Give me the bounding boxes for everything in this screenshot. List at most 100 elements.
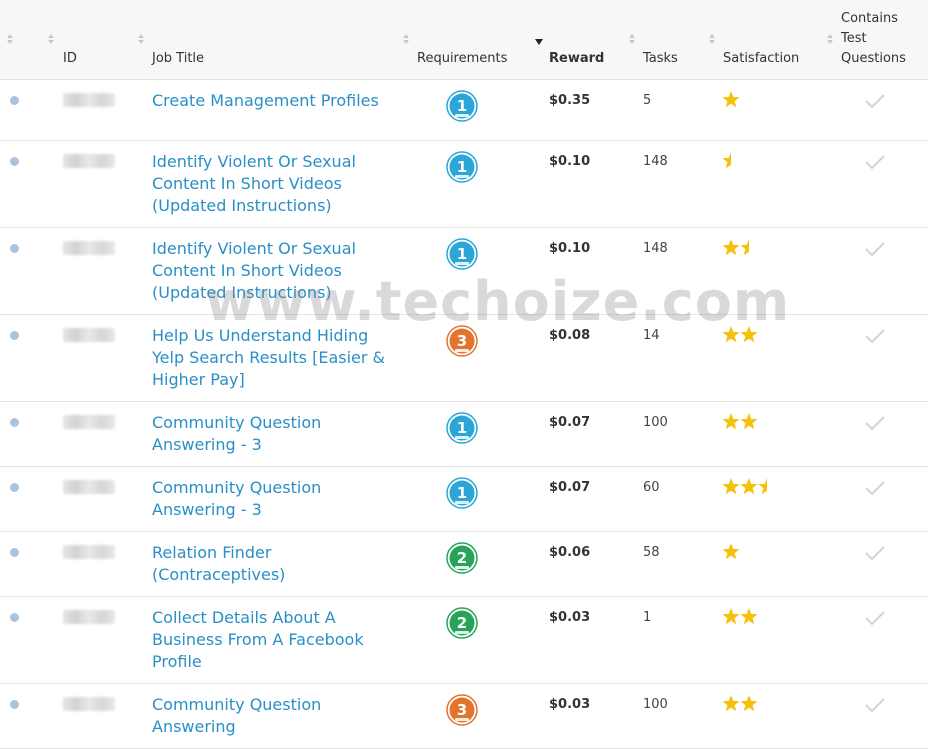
column-header-requirements[interactable]: Requirements <box>417 51 507 66</box>
level-badge-icon: 1 <box>446 90 478 122</box>
sort-icon[interactable] <box>7 34 13 44</box>
job-title-link[interactable]: Community Question Answering - 3 <box>152 412 392 456</box>
level-number: 1 <box>457 484 467 502</box>
level-number: 1 <box>457 419 467 437</box>
table-row[interactable]: Community Question Answering 3 $0.03 100 <box>0 684 928 749</box>
level-badge-icon: 3 <box>446 694 478 726</box>
tasks-count: 148 <box>643 154 668 169</box>
table-row[interactable]: Create Management Profiles 1 $0.35 5 <box>0 80 928 141</box>
status-dot <box>10 418 19 427</box>
satisfaction-stars <box>722 478 767 495</box>
level-badge-icon: 3 <box>446 325 478 357</box>
star-icon <box>740 326 758 343</box>
level-badge-icon: 1 <box>446 412 478 444</box>
level-number: 1 <box>457 158 467 176</box>
reward-value: $0.10 <box>549 154 591 169</box>
job-id-redacted <box>63 93 115 107</box>
job-id-redacted <box>63 415 115 429</box>
satisfaction-stars <box>722 152 731 169</box>
test-questions-check-icon <box>865 94 885 109</box>
half-star-icon <box>722 152 731 169</box>
reward-value: $0.35 <box>549 93 591 108</box>
table-row[interactable]: Community Question Answering - 3 1 $0.07 100 <box>0 402 928 467</box>
table-row[interactable]: Identify Violent Or Sexual Content In Sho… <box>0 141 928 228</box>
table-row[interactable]: Identify Violent Or Sexual Content In Sho… <box>0 228 928 315</box>
job-id-redacted <box>63 328 115 342</box>
test-questions-check-icon <box>865 416 885 431</box>
sort-job-title-icon[interactable] <box>138 34 144 44</box>
column-header-reward[interactable]: Reward <box>549 51 604 66</box>
job-title-line: Content In Short Videos <box>152 174 342 193</box>
test-questions-check-icon <box>865 242 885 257</box>
sort-test-questions-icon[interactable] <box>827 34 833 44</box>
column-header-id[interactable]: ID <box>63 51 77 66</box>
level-number: 1 <box>457 97 467 115</box>
column-header-satisfaction[interactable]: Satisfaction <box>723 51 799 66</box>
sort-id-icon[interactable] <box>48 34 54 44</box>
job-title-line: Answering - 3 <box>152 435 262 454</box>
sort-satisfaction-icon[interactable] <box>709 34 715 44</box>
status-dot <box>10 331 19 340</box>
job-title-line: Create Management Profiles <box>152 91 379 110</box>
job-title-link[interactable]: Identify Violent Or Sexual Content In Sho… <box>152 151 392 217</box>
level-number: 2 <box>457 549 467 567</box>
level-badge-icon: 2 <box>446 542 478 574</box>
sort-tasks-icon[interactable] <box>629 34 635 44</box>
sort-desc-active-icon[interactable] <box>535 39 543 45</box>
table-row[interactable]: Community Question Answering - 3 1 $0.07 60 <box>0 467 928 532</box>
column-header-contains-line3[interactable]: Questions <box>841 51 906 66</box>
status-dot <box>10 613 19 622</box>
job-title-line: Higher Pay] <box>152 370 245 389</box>
level-number: 1 <box>457 245 467 263</box>
job-title-link[interactable]: Community Question Answering - 3 <box>152 477 392 521</box>
job-title-link[interactable]: Create Management Profiles <box>152 90 392 112</box>
job-title-line: (Updated Instructions) <box>152 196 332 215</box>
status-dot <box>10 157 19 166</box>
test-questions-check-icon <box>865 611 885 626</box>
job-title-line: Help Us Understand Hiding <box>152 326 369 345</box>
star-icon <box>740 413 758 430</box>
status-dot <box>10 483 19 492</box>
column-header-contains-line2[interactable]: Test <box>841 31 867 46</box>
job-id-redacted <box>63 610 115 624</box>
job-title-line: Community Question <box>152 695 322 714</box>
table-row[interactable]: Help Us Understand Hiding Yelp Search Res… <box>0 315 928 402</box>
job-title-line: Identify Violent Or Sexual <box>152 239 356 258</box>
reward-value: $0.03 <box>549 697 591 712</box>
job-title-line: Yelp Search Results [Easier & <box>152 348 386 367</box>
star-icon <box>722 543 740 560</box>
level-number: 3 <box>457 332 467 350</box>
job-title-link[interactable]: Identify Violent Or Sexual Content In Sho… <box>152 238 392 304</box>
column-header-job-title[interactable]: Job Title <box>152 51 204 66</box>
job-title-link[interactable]: Community Question Answering <box>152 694 392 738</box>
level-number: 3 <box>457 701 467 719</box>
star-icon <box>722 695 740 712</box>
table-row[interactable]: Collect Details About A Business From A F… <box>0 597 928 684</box>
reward-value: $0.08 <box>549 328 591 343</box>
test-questions-check-icon <box>865 546 885 561</box>
table-row[interactable]: Relation Finder (Contraceptives) 2 $0.06 58 <box>0 532 928 597</box>
job-title-line: Relation Finder <box>152 543 272 562</box>
job-title-link[interactable]: Help Us Understand Hiding Yelp Search Res… <box>152 325 392 391</box>
sort-requirements-icon[interactable] <box>403 34 409 44</box>
level-badge-icon: 1 <box>446 477 478 509</box>
tasks-count: 14 <box>643 328 660 343</box>
satisfaction-stars <box>722 326 758 343</box>
column-header-tasks[interactable]: Tasks <box>643 51 678 66</box>
job-title-link[interactable]: Collect Details About A Business From A F… <box>152 607 392 673</box>
job-title-link[interactable]: Relation Finder (Contraceptives) <box>152 542 392 586</box>
job-title-line: Community Question <box>152 478 322 497</box>
job-title-line: Collect Details About A <box>152 608 336 627</box>
star-icon <box>722 91 740 108</box>
star-icon <box>740 695 758 712</box>
reward-value: $0.10 <box>549 241 591 256</box>
column-header-contains-line1[interactable]: Contains <box>841 11 898 26</box>
reward-value: $0.03 <box>549 610 591 625</box>
star-icon <box>722 478 740 495</box>
reward-value: $0.06 <box>549 545 591 560</box>
test-questions-check-icon <box>865 329 885 344</box>
star-icon <box>722 608 740 625</box>
job-title-line: Answering - 3 <box>152 500 262 519</box>
job-title-line: (Updated Instructions) <box>152 283 332 302</box>
satisfaction-stars <box>722 608 758 625</box>
